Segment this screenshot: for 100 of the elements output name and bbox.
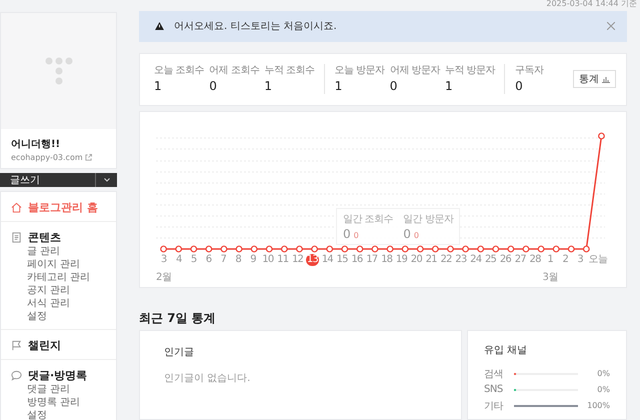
stat-value: 0 <box>515 79 524 94</box>
data-point <box>582 246 590 253</box>
banner-message: 어서오세요. 티스토리는 처음이시죠. <box>174 20 338 34</box>
date-label: 5 <box>190 254 198 266</box>
date-label: 25 <box>484 254 498 266</box>
tooltip-value: 0 <box>403 227 411 242</box>
channel-name: 기타 <box>484 400 504 412</box>
stat-label: 누적 방문자 <box>444 64 496 78</box>
date-label: 17 <box>365 254 378 266</box>
submenu-item[interactable]: 페이지 관리 <box>11 258 106 271</box>
date-label: 9 <box>249 254 257 266</box>
empty-message: 인기글이 없습니다. <box>164 372 252 385</box>
stat-value: 1 <box>264 79 274 94</box>
date-label: 7 <box>220 254 228 266</box>
data-point <box>326 246 334 253</box>
submenu-item[interactable]: 방명록 관리 <box>11 396 106 409</box>
date-label: 18 <box>380 254 394 266</box>
channel-percent: 0% <box>596 385 610 394</box>
stat-label: 오늘 방문자 <box>334 64 385 78</box>
date-label: 24 <box>469 254 482 266</box>
close-button[interactable] <box>607 22 615 30</box>
data-point <box>220 246 228 253</box>
speech-bubble-icon <box>11 370 22 380</box>
data-point <box>266 246 273 253</box>
data-point <box>175 246 182 253</box>
date-label: 15 <box>336 254 349 266</box>
date-label: 23 <box>454 254 468 266</box>
stat-value: 0 <box>209 79 218 94</box>
date-label: 19 <box>394 254 408 266</box>
data-point <box>190 246 198 253</box>
close-icon <box>607 22 615 30</box>
data-point <box>492 246 500 253</box>
blog-url-link[interactable]: ecohappy-03.com <box>11 153 106 162</box>
date-label: 3 <box>576 254 584 266</box>
card-title: 인기글 <box>164 346 195 359</box>
date-label: 26 <box>498 254 512 266</box>
data-point <box>250 246 258 253</box>
flag-icon <box>11 340 22 350</box>
tooltip-label: 일간 조회수 <box>343 213 394 226</box>
date-label: 22 <box>439 254 453 266</box>
submenu-item[interactable]: 설정 <box>11 310 106 323</box>
channel-percent: 0% <box>596 369 610 378</box>
channel-name: 검색 <box>484 368 504 380</box>
date-label: 11 <box>276 254 290 266</box>
submenu-item[interactable]: 설정 <box>11 409 106 420</box>
data-point <box>236 246 242 253</box>
tooltip-change: 0 <box>354 231 359 240</box>
section-title: 최근 7일 통계 <box>139 310 217 327</box>
date-label: 20 <box>410 254 423 266</box>
data-point <box>538 246 544 253</box>
stat-value: 0 <box>390 79 398 94</box>
data-point <box>568 246 575 253</box>
submenu-item[interactable]: 공지 관리 <box>11 284 106 297</box>
card-title: 유입 채널 <box>484 344 528 357</box>
date-label: 6 <box>204 254 212 266</box>
stat-label: 어제 방문자 <box>390 64 440 78</box>
date-label: 오늘 <box>588 254 608 266</box>
date-label: 14 <box>320 254 334 266</box>
date-label: 2 <box>562 254 570 266</box>
warning-icon <box>155 22 164 30</box>
tooltip-value: 0 <box>343 227 351 242</box>
stat-label: 어제 조회수 <box>209 64 260 78</box>
stat-label: 구독자 <box>515 64 544 78</box>
caret-icon <box>104 178 110 182</box>
data-point <box>311 246 318 253</box>
date-label: 28 <box>528 254 542 266</box>
document-icon <box>11 232 22 242</box>
month-label: 3월 <box>542 271 558 284</box>
date-label: 16 <box>350 254 364 266</box>
submenu-item[interactable]: 카테고리 관리 <box>11 271 106 284</box>
date-label: 27 <box>514 254 527 266</box>
submenu-item[interactable]: 서식 관리 <box>11 297 106 310</box>
stat-value: 1 <box>444 79 454 94</box>
channel-percent: 100% <box>586 401 610 410</box>
menu-item[interactable]: 댓글·방명록 <box>11 367 106 383</box>
menu-item[interactable]: 챌린지 <box>11 337 106 353</box>
menu-item[interactable]: 콘텐츠 <box>11 229 106 245</box>
data-point <box>522 246 530 253</box>
external-link-icon <box>84 154 92 161</box>
menu-item[interactable]: 블로그관리 홈 <box>11 199 106 215</box>
month-label: 2월 <box>156 271 172 284</box>
submenu-item[interactable]: 댓글 관리 <box>11 383 106 396</box>
data-point <box>477 246 484 253</box>
data-point <box>205 246 212 253</box>
blog-name: 어니더행!! <box>11 138 62 151</box>
submenu-item[interactable]: 글 관리 <box>11 245 106 258</box>
date-label: 12 <box>291 254 304 266</box>
date-label: 21 <box>424 254 438 266</box>
data-point <box>280 246 288 253</box>
data-point <box>462 246 469 253</box>
date-label: 4 <box>175 254 183 266</box>
data-point <box>507 246 514 253</box>
data-point <box>296 246 303 253</box>
stats-button[interactable]: 통계 <box>573 70 616 88</box>
stat-label: 누적 조회수 <box>264 64 315 78</box>
stat-value: 1 <box>154 79 163 94</box>
write-button[interactable]: 글쓰기 <box>0 173 117 187</box>
stat-value: 1 <box>334 79 344 94</box>
date-label: 10 <box>261 254 274 266</box>
date-label: 3 <box>160 254 168 266</box>
